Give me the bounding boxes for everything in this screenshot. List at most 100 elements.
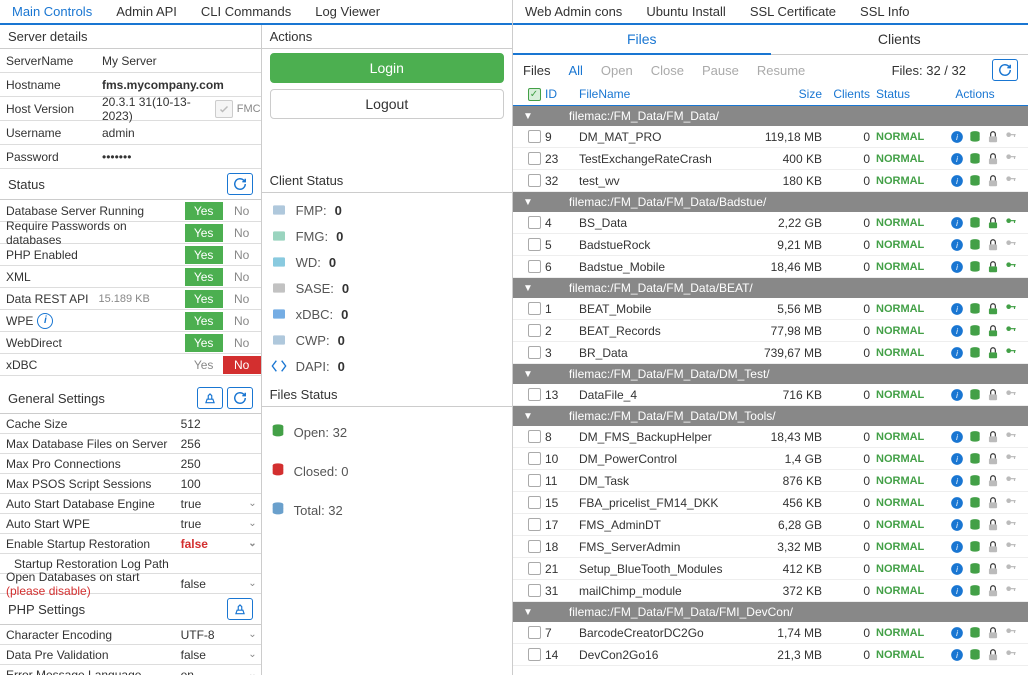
file-lock-icon[interactable] <box>986 648 1000 662</box>
file-lock-icon[interactable] <box>986 584 1000 598</box>
file-checkbox[interactable] <box>528 346 541 359</box>
file-key-icon[interactable] <box>1004 216 1018 230</box>
file-group-row[interactable]: ▼filemac:/FM_Data/FM_Data/DM_Test/ <box>513 364 1028 384</box>
file-key-icon[interactable] <box>1004 174 1018 188</box>
file-info-icon[interactable]: i <box>950 216 964 230</box>
file-db-icon[interactable] <box>968 540 982 554</box>
status-yes[interactable]: Yes <box>185 312 223 330</box>
file-checkbox[interactable] <box>528 238 541 251</box>
file-db-icon[interactable] <box>968 260 982 274</box>
general-setting-value[interactable]: false⌄ <box>177 537 261 551</box>
file-group-row[interactable]: ▼filemac:/FM_Data/FM_Data/FMI_DevCon/ <box>513 602 1028 622</box>
file-info-icon[interactable]: i <box>950 518 964 532</box>
file-checkbox[interactable] <box>528 174 541 187</box>
file-row[interactable]: 31mailChimp_module372 KB0NORMALi <box>513 580 1028 602</box>
file-lock-icon[interactable] <box>986 302 1000 316</box>
file-row[interactable]: 11DM_Task876 KB0NORMALi <box>513 470 1028 492</box>
file-db-icon[interactable] <box>968 216 982 230</box>
file-lock-icon[interactable] <box>986 130 1000 144</box>
file-info-icon[interactable]: i <box>950 474 964 488</box>
top-tab-ubuntu-install[interactable]: Ubuntu Install <box>634 0 738 23</box>
file-checkbox[interactable] <box>528 648 541 661</box>
file-key-icon[interactable] <box>1004 496 1018 510</box>
file-group-row[interactable]: ▼filemac:/FM_Data/FM_Data/Badstue/ <box>513 192 1028 212</box>
status-yes[interactable]: Yes <box>185 268 223 286</box>
status-no[interactable]: No <box>223 290 261 308</box>
file-row[interactable]: 18FMS_ServerAdmin3,32 MB0NORMALi <box>513 536 1028 558</box>
file-group-row[interactable]: ▼filemac:/FM_Data/FM_Data/DM_Tools/ <box>513 406 1028 426</box>
file-row[interactable]: 2BEAT_Records77,98 MB0NORMALi <box>513 320 1028 342</box>
file-row[interactable]: 15FBA_pricelist_FM14_DKK456 KB0NORMALi <box>513 492 1028 514</box>
file-key-icon[interactable] <box>1004 346 1018 360</box>
status-no[interactable]: No <box>223 246 261 264</box>
file-checkbox[interactable] <box>528 324 541 337</box>
file-key-icon[interactable] <box>1004 452 1018 466</box>
subtab-clients[interactable]: Clients <box>771 25 1028 54</box>
general-setting-value[interactable]: 256 <box>177 437 261 451</box>
files-action-pause[interactable]: Pause <box>702 63 739 78</box>
top-tab-main-controls[interactable]: Main Controls <box>0 0 104 25</box>
file-row[interactable]: 23TestExchangeRateCrash400 KB0NORMALi <box>513 148 1028 170</box>
file-db-icon[interactable] <box>968 474 982 488</box>
files-action-close[interactable]: Close <box>651 63 684 78</box>
file-key-icon[interactable] <box>1004 324 1018 338</box>
file-key-icon[interactable] <box>1004 648 1018 662</box>
info-icon[interactable]: i <box>37 313 53 329</box>
php-settings-save-icon[interactable] <box>227 598 253 620</box>
general-setting-value[interactable]: 250 <box>177 457 261 471</box>
general-settings-save-icon[interactable] <box>197 387 223 409</box>
file-info-icon[interactable]: i <box>950 540 964 554</box>
file-info-icon[interactable]: i <box>950 174 964 188</box>
file-row[interactable]: 6Badstue_Mobile18,46 MB0NORMALi <box>513 256 1028 278</box>
file-lock-icon[interactable] <box>986 238 1000 252</box>
file-lock-icon[interactable] <box>986 260 1000 274</box>
file-db-icon[interactable] <box>968 238 982 252</box>
subtab-files[interactable]: Files <box>513 25 771 55</box>
file-key-icon[interactable] <box>1004 130 1018 144</box>
file-checkbox[interactable] <box>528 152 541 165</box>
file-key-icon[interactable] <box>1004 430 1018 444</box>
php-setting-value[interactable]: en⌄ <box>177 668 261 675</box>
login-button[interactable]: Login <box>270 53 504 83</box>
file-lock-icon[interactable] <box>986 452 1000 466</box>
file-db-icon[interactable] <box>968 496 982 510</box>
file-key-icon[interactable] <box>1004 626 1018 640</box>
col-actions[interactable]: Actions <box>932 87 1018 101</box>
file-key-icon[interactable] <box>1004 562 1018 576</box>
file-info-icon[interactable]: i <box>950 452 964 466</box>
file-lock-icon[interactable] <box>986 430 1000 444</box>
file-checkbox[interactable] <box>528 260 541 273</box>
file-lock-icon[interactable] <box>986 346 1000 360</box>
general-setting-value[interactable]: true⌄ <box>177 517 261 531</box>
file-db-icon[interactable] <box>968 130 982 144</box>
file-lock-icon[interactable] <box>986 152 1000 166</box>
file-db-icon[interactable] <box>968 518 982 532</box>
file-info-icon[interactable]: i <box>950 260 964 274</box>
php-setting-value[interactable]: UTF-8⌄ <box>177 628 261 642</box>
logout-button[interactable]: Logout <box>270 89 504 119</box>
files-filter-all[interactable]: All <box>568 63 582 78</box>
file-lock-icon[interactable] <box>986 216 1000 230</box>
file-checkbox[interactable] <box>528 518 541 531</box>
file-key-icon[interactable] <box>1004 238 1018 252</box>
files-action-open[interactable]: Open <box>601 63 633 78</box>
file-key-icon[interactable] <box>1004 152 1018 166</box>
fmc-checkbox[interactable] <box>215 100 233 118</box>
file-lock-icon[interactable] <box>986 324 1000 338</box>
file-checkbox[interactable] <box>528 216 541 229</box>
status-yes[interactable]: Yes <box>185 224 223 242</box>
file-key-icon[interactable] <box>1004 540 1018 554</box>
file-row[interactable]: 1BEAT_Mobile5,56 MB0NORMALi <box>513 298 1028 320</box>
status-no[interactable]: No <box>223 202 261 220</box>
file-checkbox[interactable] <box>528 496 541 509</box>
general-setting-value[interactable]: 100 <box>177 477 261 491</box>
status-no[interactable]: No <box>223 268 261 286</box>
file-db-icon[interactable] <box>968 626 982 640</box>
file-db-icon[interactable] <box>968 302 982 316</box>
server-detail-value[interactable]: admin <box>96 126 261 140</box>
file-info-icon[interactable]: i <box>950 648 964 662</box>
file-key-icon[interactable] <box>1004 302 1018 316</box>
file-db-icon[interactable] <box>968 430 982 444</box>
top-tab-ssl-info[interactable]: SSL Info <box>848 0 921 23</box>
file-key-icon[interactable] <box>1004 584 1018 598</box>
